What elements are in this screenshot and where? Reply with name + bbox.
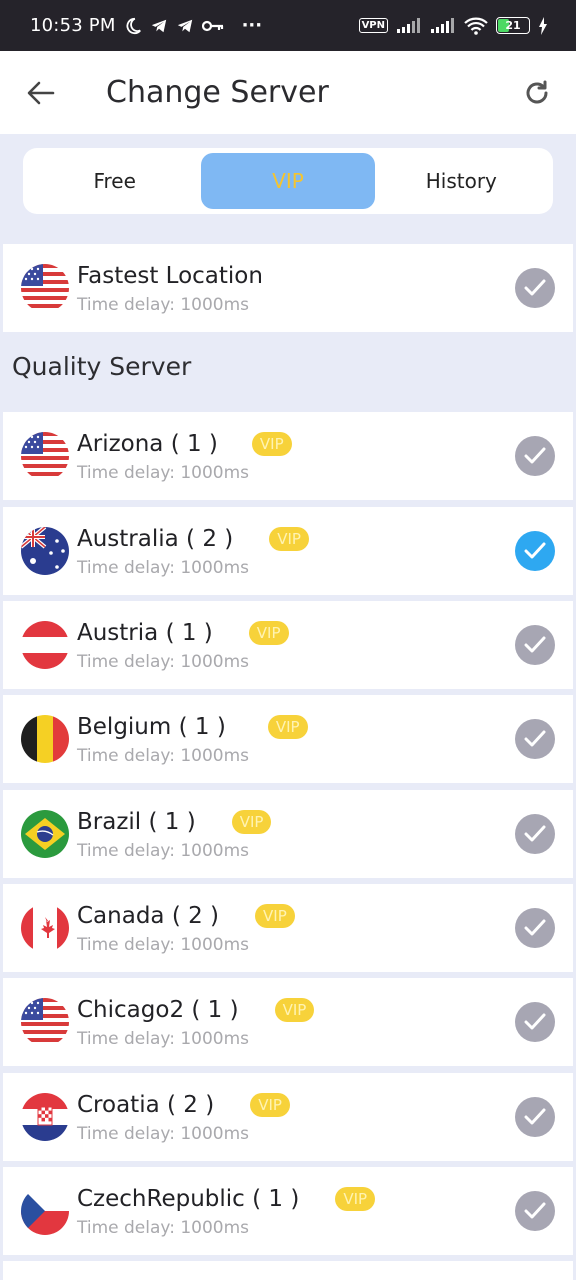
select-check-button[interactable] xyxy=(515,531,555,571)
server-delay: Time delay: 1000ms xyxy=(77,841,250,861)
server-row[interactable]: CzechRepublic ( 1 ) VIP Time delay: 1000ms xyxy=(3,1167,573,1255)
tab-free[interactable]: Free xyxy=(28,153,201,209)
select-check-button[interactable] xyxy=(515,719,555,759)
vip-badge: VIP xyxy=(274,998,315,1022)
section-title: Quality Server xyxy=(12,352,192,381)
vip-badge: VIP xyxy=(267,715,308,739)
ca-flag-icon xyxy=(21,904,69,952)
vip-badge: VIP xyxy=(248,621,289,645)
back-button[interactable] xyxy=(26,78,56,108)
be-flag-icon xyxy=(21,715,69,763)
arrow-left-icon xyxy=(27,81,55,104)
us-flag-icon xyxy=(21,432,69,480)
server-delay: Time delay: 1000ms xyxy=(77,1124,250,1144)
checkmark-icon xyxy=(524,919,546,936)
server-row[interactable]: Brazil ( 1 ) VIP Time delay: 1000ms xyxy=(3,790,573,878)
server-name: Canada ( 2 ) xyxy=(77,903,220,929)
checkmark-icon xyxy=(524,1202,546,1219)
checkmark-icon xyxy=(524,730,546,747)
server-row[interactable]: Croatia ( 2 ) VIP Time delay: 1000ms xyxy=(3,1073,573,1161)
moon-icon xyxy=(124,17,142,35)
tab-vip[interactable]: VIP xyxy=(201,153,375,209)
server-name: CzechRepublic ( 1 ) xyxy=(77,1186,300,1212)
select-check-button[interactable] xyxy=(515,625,555,665)
au-flag-icon xyxy=(21,527,69,575)
checkmark-icon xyxy=(524,1108,546,1125)
server-row[interactable]: Canada ( 2 ) VIP Time delay: 1000ms xyxy=(3,884,573,972)
server-name: Chicago2 ( 1 ) xyxy=(77,997,239,1023)
tab-history[interactable]: History xyxy=(375,153,548,209)
status-time: 10:53 PM xyxy=(30,15,116,36)
checkmark-icon xyxy=(524,1013,546,1030)
at-flag-icon xyxy=(21,621,69,669)
vip-badge: VIP xyxy=(335,1187,376,1211)
vip-badge: VIP xyxy=(231,810,272,834)
select-check-button[interactable] xyxy=(515,1002,555,1042)
vip-badge: VIP xyxy=(251,432,292,456)
charging-icon xyxy=(538,16,548,35)
select-check-button[interactable] xyxy=(515,436,555,476)
server-delay: Time delay: 1000ms xyxy=(77,652,250,672)
key-icon xyxy=(201,19,224,33)
battery-icon: 21 xyxy=(496,17,530,34)
us-flag-icon xyxy=(21,998,69,1046)
checkmark-icon xyxy=(524,447,546,464)
refresh-button[interactable] xyxy=(520,76,554,110)
server-row[interactable]: Australia ( 2 ) VIP Time delay: 1000ms xyxy=(3,507,573,595)
vpn-badge: VPN xyxy=(358,18,388,33)
br-flag-icon xyxy=(21,810,69,858)
telegram-icon xyxy=(150,17,168,35)
select-check-button[interactable] xyxy=(515,908,555,948)
server-row-partial xyxy=(3,1261,573,1280)
server-delay: Time delay: 1000ms xyxy=(77,558,250,578)
checkmark-icon xyxy=(524,542,546,559)
server-delay: Time delay: 1000ms xyxy=(77,935,250,955)
telegram-icon xyxy=(176,17,194,35)
fastest-location-delay: Time delay: 1000ms xyxy=(77,295,250,315)
wifi-icon xyxy=(464,17,488,35)
server-name: Belgium ( 1 ) xyxy=(77,714,226,740)
hr-flag-icon xyxy=(21,1093,69,1141)
server-delay: Time delay: 1000ms xyxy=(77,1029,250,1049)
server-row[interactable]: Chicago2 ( 1 ) VIP Time delay: 1000ms xyxy=(3,978,573,1066)
server-name: Australia ( 2 ) xyxy=(77,526,234,552)
server-name: Austria ( 1 ) xyxy=(77,620,213,646)
server-delay: Time delay: 1000ms xyxy=(77,746,250,766)
signal-icon xyxy=(430,17,456,34)
more-notifications-icon: ··· xyxy=(241,15,263,36)
signal-icon xyxy=(396,17,422,34)
select-check-button[interactable] xyxy=(515,814,555,854)
server-type-tabs: Free VIP History xyxy=(23,148,553,214)
server-row[interactable]: Belgium ( 1 ) VIP Time delay: 1000ms xyxy=(3,695,573,783)
fastest-location-row[interactable]: Fastest Location Time delay: 1000ms xyxy=(3,244,573,332)
fastest-location-name: Fastest Location xyxy=(77,263,263,289)
checkmark-icon xyxy=(524,636,546,653)
status-bar: 10:53 PM ··· VPN 21 xyxy=(0,0,576,51)
battery-level: 21 xyxy=(505,19,521,32)
server-delay: Time delay: 1000ms xyxy=(77,463,250,483)
server-name: Arizona ( 1 ) xyxy=(77,431,218,457)
server-name: Brazil ( 1 ) xyxy=(77,809,196,835)
vip-badge: VIP xyxy=(269,527,309,551)
server-name: Croatia ( 2 ) xyxy=(77,1092,215,1118)
vip-badge: VIP xyxy=(255,904,295,928)
server-row[interactable]: Arizona ( 1 ) VIP Time delay: 1000ms xyxy=(3,412,573,500)
select-check-button[interactable] xyxy=(515,268,555,308)
server-delay: Time delay: 1000ms xyxy=(77,1218,250,1238)
app-bar: Change Server xyxy=(0,51,576,134)
page-title: Change Server xyxy=(106,75,329,110)
cz-flag-icon xyxy=(21,1187,69,1235)
refresh-icon xyxy=(526,80,548,103)
checkmark-icon xyxy=(524,825,546,842)
select-check-button[interactable] xyxy=(515,1191,555,1231)
select-check-button[interactable] xyxy=(515,1097,555,1137)
checkmark-icon xyxy=(524,279,546,296)
server-row[interactable]: Austria ( 1 ) VIP Time delay: 1000ms xyxy=(3,601,573,689)
us-flag-icon xyxy=(21,264,69,312)
vip-badge: VIP xyxy=(250,1093,290,1117)
